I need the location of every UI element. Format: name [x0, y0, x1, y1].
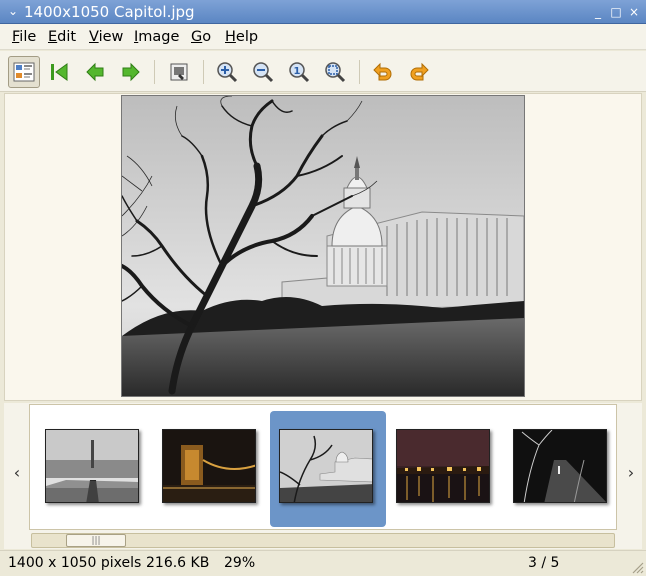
previous-image-button[interactable] — [79, 56, 111, 88]
toolbar: 1 — [0, 51, 646, 92]
zoom-out-icon — [253, 62, 274, 83]
window-title: 1400x1050 Capitol.jpg — [24, 3, 195, 21]
svg-text:1: 1 — [294, 66, 301, 77]
thumbnail-scrollbar[interactable]: ||| — [31, 533, 615, 548]
scrollbar-thumb[interactable]: ||| — [66, 534, 126, 547]
next-image-button[interactable] — [115, 56, 147, 88]
thumb-park-night[interactable] — [513, 429, 607, 503]
status-dimensions: 1400 x 1050 pixels — [8, 555, 142, 571]
menu-go[interactable]: Go — [191, 28, 211, 46]
rotate-left-icon — [373, 62, 392, 81]
thumbnails-toggle-icon — [13, 62, 35, 82]
strip-next-arrow[interactable]: › — [623, 463, 639, 483]
zoom-out-button[interactable] — [247, 56, 279, 88]
toolbar-separator — [154, 60, 155, 84]
status-file-size: 216.6 KB — [146, 555, 210, 571]
thumb-riverside-night[interactable] — [396, 429, 490, 503]
menu-file[interactable]: File — [12, 28, 36, 46]
fullscreen-icon — [170, 63, 188, 81]
zoom-normal-icon: 1 — [289, 62, 310, 83]
status-bar: 1400 x 1050 pixels 216.6 KB 29% 3 / 5 — [0, 550, 646, 576]
thumb-capitol[interactable] — [279, 429, 373, 503]
previous-image-icon — [86, 62, 104, 82]
zoom-fit-icon — [325, 62, 346, 83]
menu-bar: File Edit View Image Go Help — [0, 24, 646, 50]
rotate-right-button[interactable] — [403, 56, 435, 88]
zoom-fit-button[interactable] — [319, 56, 351, 88]
main-image — [121, 95, 525, 397]
strip-previous-arrow[interactable]: ‹ — [9, 463, 25, 483]
window-menu-button[interactable]: ⌄ — [4, 2, 22, 20]
status-position: 3 / 5 — [528, 555, 560, 571]
thumb-chain-bridge-night[interactable] — [162, 429, 256, 503]
resize-grip-icon[interactable] — [630, 560, 644, 574]
title-bar: ⌄ 1400x1050 Capitol.jpg _ □ × — [0, 0, 646, 24]
menu-view[interactable]: View — [89, 28, 123, 46]
thumbnail-list — [29, 404, 617, 530]
capitol-photo — [122, 96, 524, 396]
image-view[interactable] — [4, 93, 642, 401]
zoom-normal-button[interactable]: 1 — [283, 56, 315, 88]
menu-help[interactable]: Help — [225, 28, 258, 46]
zoom-in-button[interactable] — [211, 56, 243, 88]
rotate-right-icon — [410, 62, 429, 81]
toolbar-separator — [203, 60, 204, 84]
status-zoom: 29% — [224, 555, 256, 571]
thumb-city-view[interactable] — [45, 429, 139, 503]
menu-image[interactable]: Image — [134, 28, 179, 46]
close-button[interactable]: × — [626, 4, 642, 20]
maximize-button[interactable]: □ — [608, 4, 624, 20]
toolbar-separator — [359, 60, 360, 84]
rotate-left-button[interactable] — [367, 56, 399, 88]
thumbnails-toggle-button[interactable] — [8, 56, 40, 88]
minimize-button[interactable]: _ — [590, 4, 606, 20]
thumbnail-strip: ‹ › ||| — [4, 403, 642, 549]
menu-edit[interactable]: Edit — [48, 28, 76, 46]
first-image-icon — [51, 63, 68, 81]
zoom-in-icon — [217, 62, 238, 83]
fullscreen-button[interactable] — [163, 56, 195, 88]
next-image-icon — [122, 62, 140, 82]
first-image-button[interactable] — [43, 56, 75, 88]
